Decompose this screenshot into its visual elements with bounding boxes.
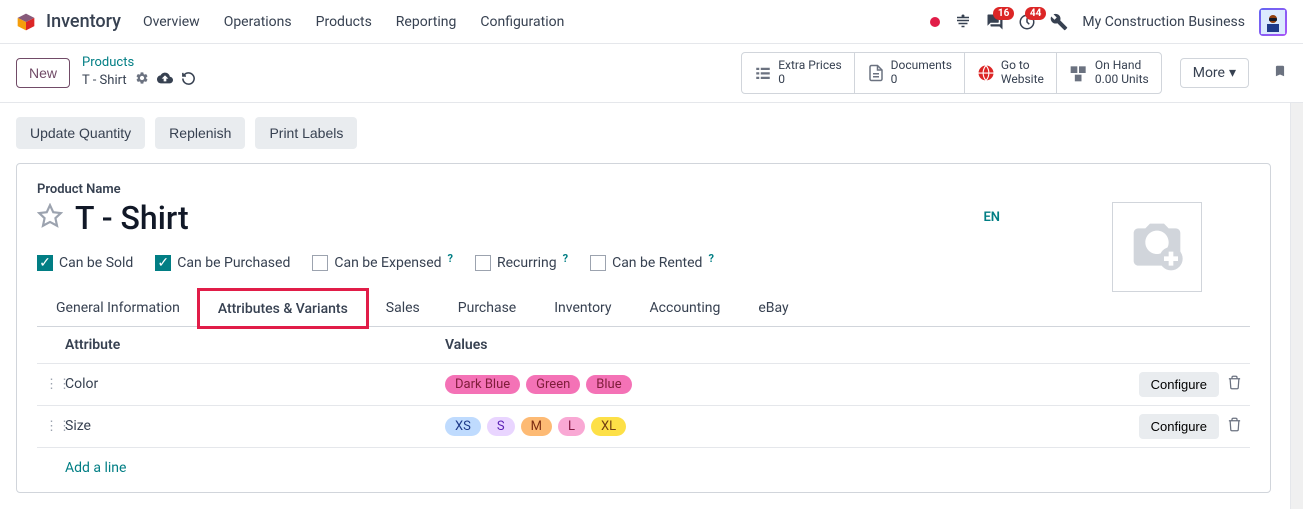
attribute-row: ⋮⋮SizeXS SML XL Configure	[37, 405, 1250, 447]
breadcrumb-parent[interactable]: Products	[82, 55, 196, 71]
top-nav: Inventory Overview Operations Products Repo…	[0, 0, 1303, 44]
configure-button[interactable]: Configure	[1139, 414, 1219, 439]
breadcrumb-current: T - Shirt	[82, 73, 127, 89]
nav-operations[interactable]: Operations	[224, 14, 292, 30]
tag[interactable]: L	[558, 417, 585, 436]
tab-attributes-variants[interactable]: Attributes & Variants	[199, 290, 367, 327]
nav-products[interactable]: Products	[316, 14, 372, 30]
help-icon[interactable]: ?	[708, 252, 713, 265]
user-avatar[interactable]	[1259, 8, 1287, 36]
recurring-check[interactable]: Recurring?	[475, 255, 568, 271]
control-bar: New Products T - Shirt Extra Prices0 Doc…	[0, 44, 1303, 102]
stat-documents[interactable]: Documents0	[855, 53, 965, 93]
tab-ebay[interactable]: eBay	[739, 289, 807, 326]
undo-icon[interactable]	[181, 71, 196, 91]
col-header-values: Values	[445, 337, 1242, 353]
tools-icon[interactable]	[1050, 13, 1068, 31]
help-icon[interactable]: ?	[563, 252, 568, 265]
stat-on-hand[interactable]: On Hand0.00 Units	[1057, 53, 1161, 93]
tag[interactable]: Dark Blue	[445, 375, 520, 394]
drag-handle-icon[interactable]: ⋮⋮	[45, 419, 65, 434]
tag[interactable]: XL	[591, 417, 626, 436]
more-button[interactable]: More▾	[1180, 58, 1249, 88]
app-logo-icon	[16, 12, 36, 32]
cloud-upload-icon[interactable]	[157, 70, 173, 91]
recording-indicator-icon	[930, 17, 940, 27]
activities-badge: 44	[1025, 7, 1046, 20]
tab-inventory[interactable]: Inventory	[535, 289, 630, 326]
print-labels-button[interactable]: Print Labels	[255, 117, 357, 149]
company-name[interactable]: My Construction Business	[1082, 14, 1245, 30]
tag[interactable]: XS	[445, 417, 481, 436]
content-area: Update Quantity Replenish Print Labels P…	[0, 102, 1303, 509]
tag[interactable]: M	[521, 417, 552, 436]
language-button[interactable]: EN	[983, 210, 1000, 225]
attribute-row: ⋮⋮ColorDark Blue Green Blue Configure	[37, 363, 1250, 405]
value-tags[interactable]: Dark Blue Green Blue	[445, 375, 1139, 394]
can-be-expensed-check[interactable]: Can be Expensed?	[312, 255, 453, 271]
tab-purchase[interactable]: Purchase	[439, 289, 535, 326]
stat-extra-prices[interactable]: Extra Prices0	[742, 53, 854, 93]
attribute-name[interactable]: Size	[65, 418, 445, 434]
delete-icon[interactable]	[1227, 375, 1242, 394]
caret-down-icon: ▾	[1229, 65, 1236, 81]
messages-badge: 16	[993, 7, 1014, 20]
activities-icon[interactable]: 44	[1018, 13, 1036, 31]
update-quantity-button[interactable]: Update Quantity	[16, 117, 145, 149]
tab-general-information[interactable]: General Information	[37, 289, 199, 326]
product-name-label: Product Name	[37, 182, 1250, 197]
tray-icon[interactable]	[954, 13, 972, 31]
nav-overview[interactable]: Overview	[143, 14, 200, 30]
nav-reporting[interactable]: Reporting	[396, 14, 457, 30]
tag[interactable]: S	[487, 417, 515, 436]
attribute-name[interactable]: Color	[65, 376, 445, 392]
product-name-input[interactable]: T - Shirt	[75, 199, 189, 237]
add-line-link[interactable]: Add a line	[37, 447, 1250, 492]
col-header-attribute: Attribute	[45, 337, 445, 353]
breadcrumb: Products T - Shirt	[82, 55, 196, 91]
tag[interactable]: Blue	[586, 375, 631, 394]
product-image-placeholder[interactable]	[1112, 202, 1202, 292]
can-be-sold-check[interactable]: ✓Can be Sold	[37, 255, 133, 271]
tag[interactable]: Green	[526, 375, 580, 394]
delete-icon[interactable]	[1227, 417, 1242, 436]
replenish-button[interactable]: Replenish	[155, 117, 245, 149]
bookmark-icon[interactable]	[1273, 62, 1287, 84]
can-be-rented-check[interactable]: Can be Rented?	[590, 255, 714, 271]
app-title[interactable]: Inventory	[46, 11, 121, 32]
help-icon[interactable]: ?	[448, 252, 453, 265]
messages-icon[interactable]: 16	[986, 13, 1004, 31]
product-card: Product Name T - Shirt EN ✓Can be Sold ✓…	[16, 163, 1271, 493]
favorite-star-icon[interactable]	[37, 203, 63, 233]
stat-goto-website[interactable]: Go toWebsite	[965, 53, 1057, 93]
can-be-purchased-check[interactable]: ✓Can be Purchased	[155, 255, 290, 271]
tabs: General InformationAttributes & Variants…	[37, 289, 1250, 327]
nav-configuration[interactable]: Configuration	[480, 14, 564, 30]
value-tags[interactable]: XS SML XL	[445, 417, 1139, 436]
gear-icon[interactable]	[135, 71, 149, 90]
new-button[interactable]: New	[16, 58, 70, 88]
tab-accounting[interactable]: Accounting	[631, 289, 740, 326]
configure-button[interactable]: Configure	[1139, 372, 1219, 397]
stat-buttons: Extra Prices0 Documents0 Go toWebsite On…	[741, 52, 1161, 94]
drag-handle-icon[interactable]: ⋮⋮	[45, 377, 65, 392]
tab-sales[interactable]: Sales	[367, 289, 439, 326]
